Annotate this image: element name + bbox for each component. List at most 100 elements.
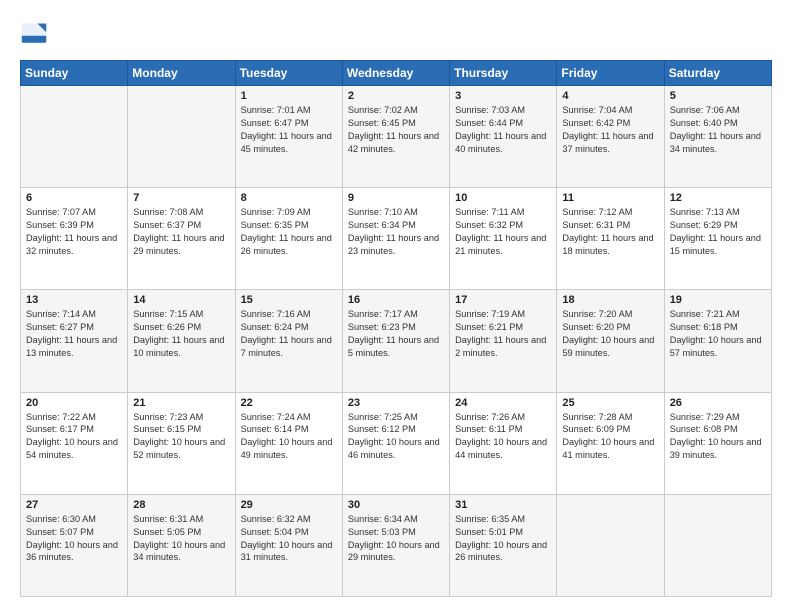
day-number: 24 bbox=[455, 397, 551, 409]
calendar-cell: 6 Sunrise: 7:07 AM Sunset: 6:39 PM Daylig… bbox=[21, 188, 128, 290]
calendar-cell: 17 Sunrise: 7:19 AM Sunset: 6:21 PM Dayli… bbox=[450, 290, 557, 392]
calendar-cell: 30 Sunrise: 6:34 AM Sunset: 5:03 PM Dayli… bbox=[342, 494, 449, 596]
weekday-header-thursday: Thursday bbox=[450, 61, 557, 86]
calendar-cell bbox=[664, 494, 771, 596]
day-details: Sunrise: 7:15 AM Sunset: 6:26 PM Dayligh… bbox=[133, 308, 229, 360]
day-details: Sunrise: 7:21 AM Sunset: 6:18 PM Dayligh… bbox=[670, 308, 766, 360]
day-details: Sunrise: 6:30 AM Sunset: 5:07 PM Dayligh… bbox=[26, 513, 122, 565]
calendar-week-row: 6 Sunrise: 7:07 AM Sunset: 6:39 PM Daylig… bbox=[21, 188, 772, 290]
day-number: 13 bbox=[26, 294, 122, 306]
day-details: Sunrise: 6:35 AM Sunset: 5:01 PM Dayligh… bbox=[455, 513, 551, 565]
logo-icon bbox=[20, 20, 48, 48]
calendar-cell: 12 Sunrise: 7:13 AM Sunset: 6:29 PM Dayli… bbox=[664, 188, 771, 290]
calendar-cell: 24 Sunrise: 7:26 AM Sunset: 6:11 PM Dayli… bbox=[450, 392, 557, 494]
calendar-cell: 15 Sunrise: 7:16 AM Sunset: 6:24 PM Dayli… bbox=[235, 290, 342, 392]
calendar-cell: 21Sunrise: 7:23 AM Sunset: 6:15 PM Dayli… bbox=[128, 392, 235, 494]
weekday-header-wednesday: Wednesday bbox=[342, 61, 449, 86]
day-details: Sunrise: 7:17 AM Sunset: 6:23 PM Dayligh… bbox=[348, 308, 444, 360]
day-details: Sunrise: 7:19 AM Sunset: 6:21 PM Dayligh… bbox=[455, 308, 551, 360]
calendar-table: SundayMondayTuesdayWednesdayThursdayFrid… bbox=[20, 60, 772, 597]
weekday-header-row: SundayMondayTuesdayWednesdayThursdayFrid… bbox=[21, 61, 772, 86]
calendar-week-row: 13 Sunrise: 7:14 AM Sunset: 6:27 PM Dayli… bbox=[21, 290, 772, 392]
day-details: Sunrise: 7:22 AM Sunset: 6:17 PM Dayligh… bbox=[26, 411, 122, 463]
day-details: Sunrise: 7:14 AM Sunset: 6:27 PM Dayligh… bbox=[26, 308, 122, 360]
day-number: 22 bbox=[241, 397, 337, 409]
day-details: Sunrise: 7:07 AM Sunset: 6:39 PM Dayligh… bbox=[26, 206, 122, 258]
calendar-week-row: 27 Sunrise: 6:30 AM Sunset: 5:07 PM Dayli… bbox=[21, 494, 772, 596]
day-details: Sunrise: 7:13 AM Sunset: 6:29 PM Dayligh… bbox=[670, 206, 766, 258]
day-number: 11 bbox=[562, 192, 658, 204]
day-number: 10 bbox=[455, 192, 551, 204]
calendar-cell: 16 Sunrise: 7:17 AM Sunset: 6:23 PM Dayli… bbox=[342, 290, 449, 392]
day-details: Sunrise: 7:11 AM Sunset: 6:32 PM Dayligh… bbox=[455, 206, 551, 258]
calendar-cell: 2Sunrise: 7:02 AM Sunset: 6:45 PM Daylig… bbox=[342, 86, 449, 188]
day-number: 28 bbox=[133, 499, 229, 511]
calendar-cell: 25 Sunrise: 7:28 AM Sunset: 6:09 PM Dayli… bbox=[557, 392, 664, 494]
day-number: 6 bbox=[26, 192, 122, 204]
calendar-cell: 8 Sunrise: 7:09 AM Sunset: 6:35 PM Daylig… bbox=[235, 188, 342, 290]
day-number: 30 bbox=[348, 499, 444, 511]
calendar-cell: 11 Sunrise: 7:12 AM Sunset: 6:31 PM Dayli… bbox=[557, 188, 664, 290]
day-details: Sunrise: 7:08 AM Sunset: 6:37 PM Dayligh… bbox=[133, 206, 229, 258]
day-number: 7 bbox=[133, 192, 229, 204]
calendar-cell: 23Sunrise: 7:25 AM Sunset: 6:12 PM Dayli… bbox=[342, 392, 449, 494]
day-details: Sunrise: 7:12 AM Sunset: 6:31 PM Dayligh… bbox=[562, 206, 658, 258]
day-number: 15 bbox=[241, 294, 337, 306]
day-details: Sunrise: 6:31 AM Sunset: 5:05 PM Dayligh… bbox=[133, 513, 229, 565]
day-number: 8 bbox=[241, 192, 337, 204]
logo bbox=[20, 20, 52, 48]
day-details: Sunrise: 7:06 AM Sunset: 6:40 PM Dayligh… bbox=[670, 104, 766, 156]
calendar-cell: 28 Sunrise: 6:31 AM Sunset: 5:05 PM Dayli… bbox=[128, 494, 235, 596]
calendar-cell: 14Sunrise: 7:15 AM Sunset: 6:26 PM Dayli… bbox=[128, 290, 235, 392]
page: SundayMondayTuesdayWednesdayThursdayFrid… bbox=[0, 0, 792, 612]
calendar-cell: 22 Sunrise: 7:24 AM Sunset: 6:14 PM Dayli… bbox=[235, 392, 342, 494]
calendar-cell bbox=[21, 86, 128, 188]
day-number: 27 bbox=[26, 499, 122, 511]
calendar-cell: 31 Sunrise: 6:35 AM Sunset: 5:01 PM Dayli… bbox=[450, 494, 557, 596]
day-details: Sunrise: 7:04 AM Sunset: 6:42 PM Dayligh… bbox=[562, 104, 658, 156]
calendar-cell: 29 Sunrise: 6:32 AM Sunset: 5:04 PM Dayli… bbox=[235, 494, 342, 596]
day-details: Sunrise: 7:09 AM Sunset: 6:35 PM Dayligh… bbox=[241, 206, 337, 258]
calendar-cell: 19 Sunrise: 7:21 AM Sunset: 6:18 PM Dayli… bbox=[664, 290, 771, 392]
weekday-header-monday: Monday bbox=[128, 61, 235, 86]
day-details: Sunrise: 7:20 AM Sunset: 6:20 PM Dayligh… bbox=[562, 308, 658, 360]
day-details: Sunrise: 7:23 AM Sunset: 6:15 PM Dayligh… bbox=[133, 411, 229, 463]
calendar-cell: 27 Sunrise: 6:30 AM Sunset: 5:07 PM Dayli… bbox=[21, 494, 128, 596]
day-number: 1 bbox=[241, 90, 337, 102]
day-details: Sunrise: 7:26 AM Sunset: 6:11 PM Dayligh… bbox=[455, 411, 551, 463]
day-details: Sunrise: 7:24 AM Sunset: 6:14 PM Dayligh… bbox=[241, 411, 337, 463]
day-number: 18 bbox=[562, 294, 658, 306]
calendar-week-row: 20 Sunrise: 7:22 AM Sunset: 6:17 PM Dayli… bbox=[21, 392, 772, 494]
day-number: 20 bbox=[26, 397, 122, 409]
calendar-cell: 9 Sunrise: 7:10 AM Sunset: 6:34 PM Daylig… bbox=[342, 188, 449, 290]
day-details: Sunrise: 7:10 AM Sunset: 6:34 PM Dayligh… bbox=[348, 206, 444, 258]
day-number: 26 bbox=[670, 397, 766, 409]
day-number: 16 bbox=[348, 294, 444, 306]
calendar-week-row: 1Sunrise: 7:01 AM Sunset: 6:47 PM Daylig… bbox=[21, 86, 772, 188]
day-number: 17 bbox=[455, 294, 551, 306]
calendar-cell bbox=[557, 494, 664, 596]
day-number: 23 bbox=[348, 397, 444, 409]
day-details: Sunrise: 7:28 AM Sunset: 6:09 PM Dayligh… bbox=[562, 411, 658, 463]
day-number: 12 bbox=[670, 192, 766, 204]
day-details: Sunrise: 6:34 AM Sunset: 5:03 PM Dayligh… bbox=[348, 513, 444, 565]
calendar-cell: 5Sunrise: 7:06 AM Sunset: 6:40 PM Daylig… bbox=[664, 86, 771, 188]
calendar-cell: 26 Sunrise: 7:29 AM Sunset: 6:08 PM Dayli… bbox=[664, 392, 771, 494]
calendar-cell: 10 Sunrise: 7:11 AM Sunset: 6:32 PM Dayli… bbox=[450, 188, 557, 290]
day-number: 29 bbox=[241, 499, 337, 511]
weekday-header-saturday: Saturday bbox=[664, 61, 771, 86]
day-number: 31 bbox=[455, 499, 551, 511]
day-details: Sunrise: 6:32 AM Sunset: 5:04 PM Dayligh… bbox=[241, 513, 337, 565]
day-details: Sunrise: 7:02 AM Sunset: 6:45 PM Dayligh… bbox=[348, 104, 444, 156]
weekday-header-friday: Friday bbox=[557, 61, 664, 86]
day-number: 3 bbox=[455, 90, 551, 102]
day-number: 19 bbox=[670, 294, 766, 306]
day-number: 9 bbox=[348, 192, 444, 204]
day-details: Sunrise: 7:16 AM Sunset: 6:24 PM Dayligh… bbox=[241, 308, 337, 360]
header bbox=[20, 20, 772, 48]
calendar-cell: 1Sunrise: 7:01 AM Sunset: 6:47 PM Daylig… bbox=[235, 86, 342, 188]
day-number: 4 bbox=[562, 90, 658, 102]
weekday-header-tuesday: Tuesday bbox=[235, 61, 342, 86]
day-details: Sunrise: 7:29 AM Sunset: 6:08 PM Dayligh… bbox=[670, 411, 766, 463]
day-number: 25 bbox=[562, 397, 658, 409]
